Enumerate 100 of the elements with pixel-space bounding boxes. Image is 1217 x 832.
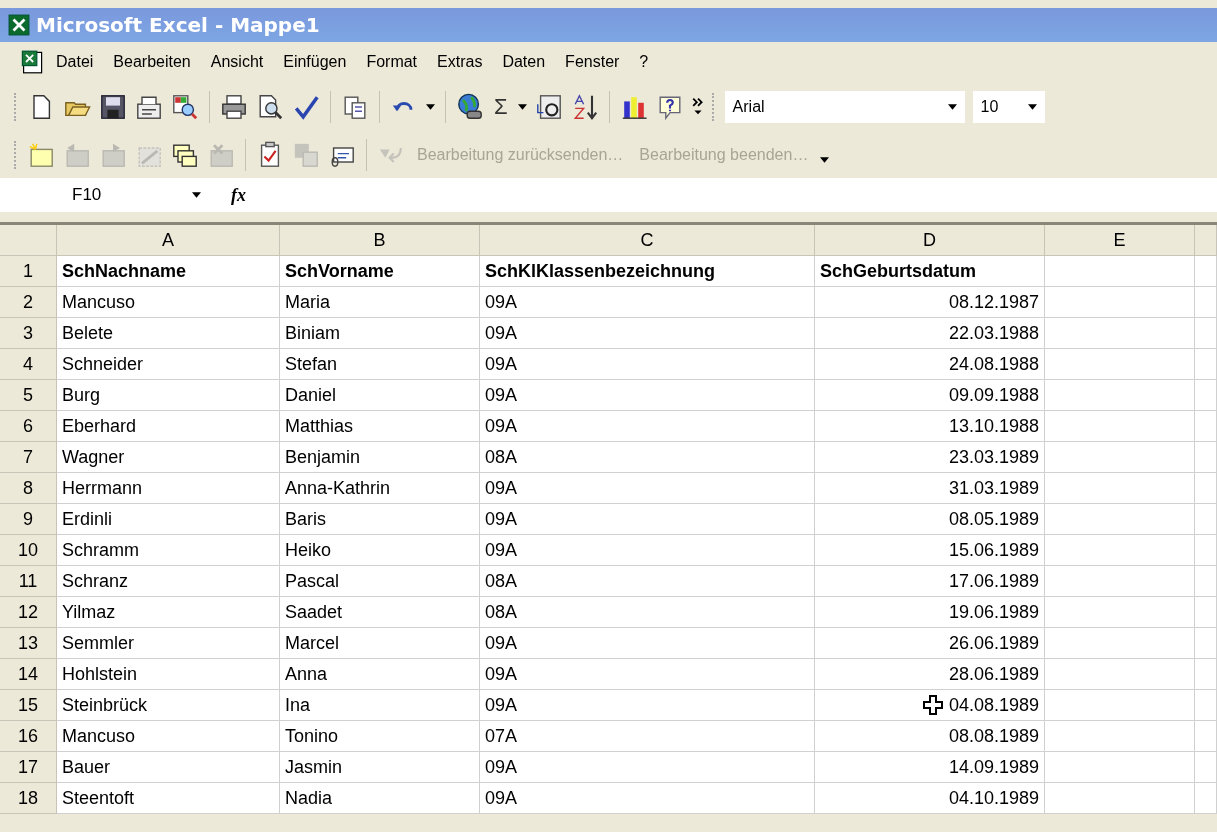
table-cell: 13.10.1988 [815,411,1045,442]
table-cell: SchGeburtsdatum [815,256,1045,287]
table-cell: 09A [480,380,815,411]
table-cell: 09A [480,628,815,659]
table-cell: Steinbrück [57,690,280,721]
table-cell [1195,783,1217,814]
table-cell: 19.06.1989 [815,597,1045,628]
table-cell [1195,628,1217,659]
table-cell: Schramm [57,535,280,566]
table-cell [1195,380,1217,411]
menu-item[interactable]: ? [631,51,657,73]
dropdown-caret-icon[interactable] [517,104,527,110]
table-cell: Semmler [57,628,280,659]
menu-item[interactable]: Fenster [557,51,628,73]
row-header[interactable]: 14 [0,659,57,690]
table-cell: 09A [480,411,815,442]
row-header[interactable]: 1 [0,256,57,287]
table-cell [1195,442,1217,473]
autosum-button[interactable]: Σ [492,94,510,120]
table-cell: Burg [57,380,280,411]
table-cell: 09A [480,473,815,504]
globe-icon[interactable] [456,93,484,121]
menu-item[interactable]: Einfügen [275,51,355,73]
font-name-dropdown[interactable]: Arial [724,91,965,123]
menu-item[interactable]: Bearbeiten [105,51,199,73]
table-cell: Matthias [280,411,480,442]
row-header[interactable]: 4 [0,349,57,380]
more-buttons-icon[interactable] [691,97,704,117]
magnifier-icon[interactable] [171,93,199,121]
menu-item[interactable]: Datei [48,51,102,73]
window-title: Microsoft Excel - Mappe1 [36,13,320,37]
table-cell: Jasmin [280,752,480,783]
dropdown-caret-icon[interactable] [192,192,201,198]
menu-item[interactable]: Daten [494,51,554,73]
row-header[interactable]: 12 [0,597,57,628]
table-cell: 04.10.1989 [815,783,1045,814]
table-cell: Schranz [57,566,280,597]
row-header[interactable]: 2 [0,287,57,318]
menu-item[interactable]: Extras [429,51,491,73]
menu-item[interactable]: Format [358,51,426,73]
column-header[interactable]: B [280,225,480,256]
row-header[interactable]: 16 [0,721,57,752]
table-cell [1195,659,1217,690]
dropdown-caret-icon [947,104,957,110]
table-cell: 09A [480,318,815,349]
table-cell: Heiko [280,535,480,566]
table-cell: Maria [280,287,480,318]
column-header[interactable]: E [1045,225,1195,256]
new-comment-icon[interactable] [27,141,55,169]
spreadsheet-app-icon [8,14,30,36]
table-cell: 04.08.1989 [815,690,1045,721]
table-cell: Marcel [280,628,480,659]
table-cell: SchKlKlassenbezeichnung [480,256,815,287]
table-cell [1195,597,1217,628]
row-header[interactable]: 8 [0,473,57,504]
table-cell: 09A [480,783,815,814]
row-header[interactable]: 18 [0,783,57,814]
row-header[interactable]: 13 [0,628,57,659]
dropdown-caret-icon[interactable] [820,157,830,163]
table-cell [1195,690,1217,721]
table-cell: Bauer [57,752,280,783]
table-cell: SchNachname [57,256,280,287]
row-header[interactable]: 3 [0,318,57,349]
table-cell: Hohlstein [57,659,280,690]
table-cell: 14.09.1989 [815,752,1045,783]
dropdown-caret-icon[interactable] [426,104,435,110]
row-header[interactable]: 17 [0,752,57,783]
row-header[interactable]: 9 [0,504,57,535]
row-header[interactable]: 7 [0,442,57,473]
table-cell: Daniel [280,380,480,411]
row-header[interactable]: 6 [0,411,57,442]
table-cell: 22.03.1988 [815,318,1045,349]
table-cell: Anna [280,659,480,690]
table-cell: 09A [480,287,815,318]
table-cell: 26.06.1989 [815,628,1045,659]
table-cell: SchVorname [280,256,480,287]
table-cell: Herrmann [57,473,280,504]
row-header[interactable]: 11 [0,566,57,597]
table-cell [1195,566,1217,597]
table-cell: 09A [480,659,815,690]
menu-item[interactable]: Ansicht [202,51,272,73]
printer-icon[interactable] [220,93,248,121]
column-header[interactable]: D [815,225,1045,256]
table-cell: 09.09.1988 [815,380,1045,411]
table-cell [1195,535,1217,566]
column-header[interactable]: C [480,225,815,256]
table-cell: 08.05.1989 [815,504,1045,535]
table-cell [1195,411,1217,442]
table-cell: Schneider [57,349,280,380]
insert-function-button[interactable]: fx [231,184,261,206]
row-header[interactable]: 15 [0,690,57,721]
font-size-dropdown[interactable]: 10 [972,91,1045,123]
name-box[interactable]: F10 [0,178,180,212]
column-header[interactable]: A [57,225,280,256]
row-header[interactable]: 10 [0,535,57,566]
row-header[interactable]: 5 [0,380,57,411]
table-cell: Saadet [280,597,480,628]
table-cell [1195,318,1217,349]
table-cell: Eberhard [57,411,280,442]
workbook-icon[interactable] [20,50,44,74]
